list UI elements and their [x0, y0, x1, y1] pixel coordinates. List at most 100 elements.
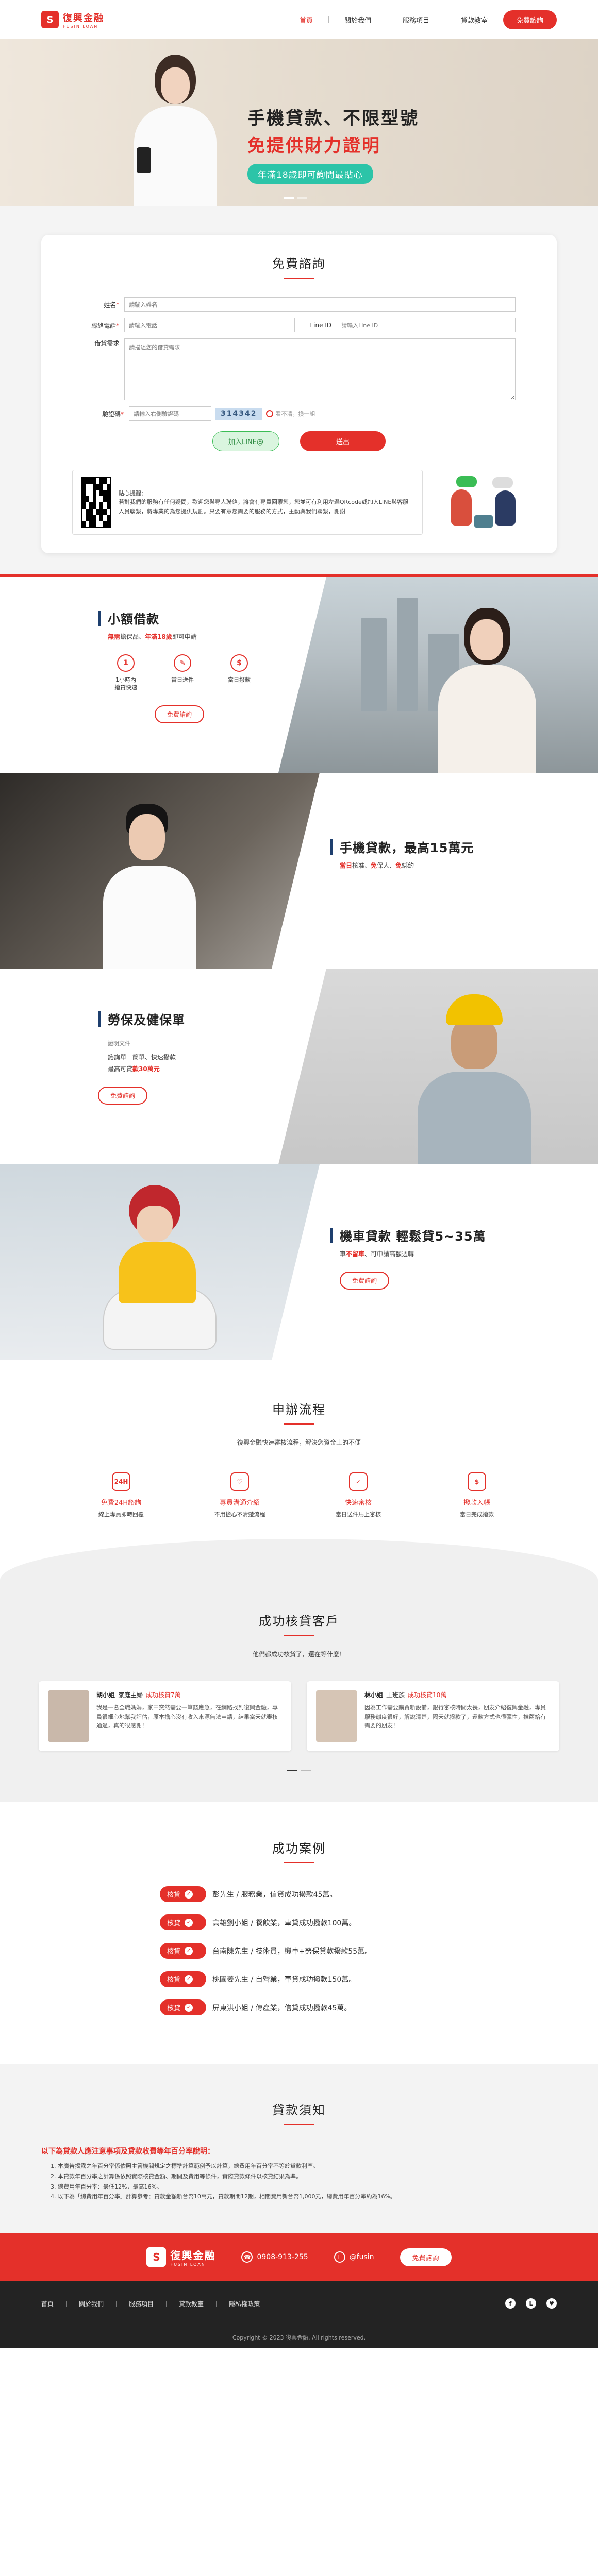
- notice-item: 1. 本廣告揭露之年百分率係依照主管機關規定之標準計算範例予以計算，總費用年百分…: [51, 2163, 319, 2170]
- captcha-image: 314342: [215, 408, 262, 420]
- site-header: S 復興金融 FUSIN LOAN 首頁 關於我們 服務項目 貸款教室 免費諮詢: [0, 0, 598, 39]
- feature-small-label: 證明文件: [108, 1040, 130, 1047]
- success-cases-section: 成功案例 核貸 ✓ 彭先生 / 服務業，信貸成功撥款45萬。核貸 ✓ 高雄劉小姐 / 餐…: [0, 1802, 598, 2064]
- clock-icon: 1: [117, 654, 135, 672]
- footer-consult-button[interactable]: 免費諮詢: [400, 2248, 452, 2266]
- handshake-icon: ♡: [230, 1472, 249, 1491]
- submit-button[interactable]: 送出: [300, 431, 386, 451]
- title-underline: [284, 1635, 314, 1636]
- feature-phone-loan: 手機貸款，最高15萬元 當日核准、免保人、免綁約: [0, 773, 598, 969]
- notice-heading: 以下為貸款人應注意事項及貸款收費等年百分率說明：: [41, 2147, 214, 2156]
- logo-icon: S: [146, 2247, 167, 2267]
- carousel-dot[interactable]: [301, 1770, 311, 1771]
- phone-field[interactable]: [124, 318, 295, 332]
- nav-services[interactable]: 服務項目: [403, 15, 429, 25]
- facebook-icon[interactable]: f: [505, 2298, 516, 2309]
- line-qr-box: 貼心提醒： 若對我們的服務有任何疑問，歡迎您與專人聯絡，將會有專員回覆您，您並可…: [72, 470, 423, 535]
- feature-title: 勞保及健保單: [108, 1013, 185, 1027]
- add-line-button[interactable]: 加入LINE@: [212, 431, 279, 451]
- carousel-dot[interactable]: [287, 1770, 297, 1771]
- checklist-icon: ✓: [349, 1472, 368, 1491]
- refresh-captcha-link[interactable]: 看不清，換一組: [275, 410, 315, 418]
- phone-money-icon: $: [468, 1472, 486, 1491]
- section-subtitle: 復興金融快速審核流程，解決您資金上的不便: [237, 1439, 361, 1446]
- hero-banner: 手機貸款、不限型號 免提供財力證明 年滿18歲即可詢問最貼心: [0, 39, 598, 206]
- captcha-field[interactable]: [129, 406, 211, 421]
- feature-title: 手機貸款，最高15萬元: [340, 841, 474, 855]
- carousel-dot[interactable]: [284, 197, 294, 199]
- success-case-text: 彭先生 / 服務業，信貸成功撥款45萬。: [212, 1890, 337, 1899]
- feature-photo-person: [433, 608, 536, 773]
- nav-divider: [328, 16, 329, 23]
- line-id-field[interactable]: [337, 318, 516, 332]
- money-icon: $: [230, 654, 248, 672]
- 24h-icon: 24H: [112, 1472, 130, 1491]
- brand-name: 復興金融: [63, 12, 104, 24]
- feature-consult-button[interactable]: 免費諮詢: [340, 1272, 390, 1290]
- name-field[interactable]: [124, 297, 516, 312]
- brand-sub: FUSIN LOAN: [63, 24, 98, 29]
- code-label: 驗證碼*: [102, 410, 124, 418]
- hero-photo: [134, 49, 217, 206]
- feature-consult-button[interactable]: 免費諮詢: [155, 705, 205, 723]
- header-consult-button[interactable]: 免費諮詢: [503, 10, 557, 29]
- success-case-row: 核貸 ✓ 彭先生 / 服務業，信貸成功撥款45萬。: [160, 1886, 438, 1902]
- avatar: [48, 1690, 89, 1742]
- title-underline: [284, 2124, 314, 2125]
- testimonials-section: 成功核貸客戶 他們都成功核貸了，還在等什麼！ 胡小姐 家庭主婦 成功核貸7萬 我是一…: [0, 1539, 598, 1802]
- process-step: $ 撥款入帳 當日完成撥款: [438, 1472, 516, 1518]
- check-icon: ✓: [185, 2003, 193, 2012]
- nav-home[interactable]: 首頁: [300, 15, 313, 25]
- success-case-row: 核貸 ✓ 高雄劉小姐 / 餐飲業，車貸成功撥款100萬。: [160, 1914, 438, 1930]
- refresh-icon[interactable]: [266, 410, 274, 417]
- approved-badge: 核貸 ✓: [160, 1999, 206, 2015]
- section-title: 成功案例: [272, 1841, 326, 1856]
- brand-logo[interactable]: S 復興金融 FUSIN LOAN: [41, 11, 104, 29]
- feature-icon-submit: ✎ 當日送件: [164, 654, 201, 692]
- need-field[interactable]: [124, 338, 516, 400]
- heart-icon[interactable]: ♥: [546, 2298, 557, 2309]
- testimonial-card: 林小姐 上班族 成功核貸10萬 因為工作需要購買新設備，銀行審核時間太長，朋友介紹復…: [307, 1681, 559, 1751]
- footer-link-classroom[interactable]: 貸款教室: [179, 2299, 204, 2308]
- approved-badge: 核貸 ✓: [160, 1914, 206, 1930]
- success-case-text: 高雄劉小姐 / 餐飲業，車貸成功撥款100萬。: [212, 1919, 356, 1927]
- phone-icon: [137, 147, 151, 173]
- feature-subtitle: 當日核准、免保人、免綁約: [340, 862, 414, 869]
- name-label: 姓名*: [104, 301, 120, 309]
- process-section: 申辦流程 復興金融快速審核流程，解決您資金上的不便 24H 免費24H諮詢 線上專員…: [0, 1360, 598, 1549]
- check-icon: ✓: [185, 1918, 193, 1927]
- consult-illustration: [443, 474, 526, 531]
- consult-card: 免費諮詢 姓名* 聯絡電話* Line ID 借貸需求 驗證碼* 314342: [41, 235, 557, 553]
- nav-classroom[interactable]: 貸款教室: [461, 15, 488, 25]
- title-underline: [284, 1862, 314, 1863]
- footer-line[interactable]: L @fusin: [334, 2251, 374, 2263]
- footer-link-home[interactable]: 首頁: [41, 2299, 54, 2308]
- footer-link-privacy[interactable]: 隱私權政策: [229, 2299, 260, 2308]
- feature-consult-button[interactable]: 免費諮詢: [98, 1087, 148, 1105]
- success-case-row: 核貸 ✓ 台南陳先生 / 技術員，機車+勞保貸款撥款55萬。: [160, 1943, 438, 1959]
- form-title: 免費諮詢: [272, 257, 326, 271]
- feature-photo-person: [103, 1185, 217, 1355]
- success-case-text: 桃園姜先生 / 自營業，車貸成功撥款150萬。: [212, 1975, 356, 1984]
- qr-code: [81, 477, 111, 528]
- footer-link-services[interactable]: 服務項目: [129, 2299, 154, 2308]
- footer-link-about[interactable]: 關於我們: [79, 2299, 104, 2308]
- document-icon: ✎: [174, 654, 191, 672]
- copyright: Copyright © 2023 復興金融. All rights reserv…: [0, 2326, 598, 2349]
- feature-small-loan: 小額借款 無需擔保品、年滿18歲即可申請 1 1小時內 撥貸快速 ✎ 當日送件 $ 當…: [0, 577, 598, 773]
- hero-pill: 年滿18歲即可詢問最貼心: [247, 164, 373, 184]
- nav-about[interactable]: 關於我們: [344, 15, 371, 25]
- feature-line2: 最高可貸款30萬元: [108, 1065, 160, 1073]
- section-title: 申辦流程: [272, 1402, 326, 1417]
- check-icon: ✓: [185, 1890, 193, 1899]
- line-icon[interactable]: L: [526, 2298, 536, 2309]
- feature-title: 機車貸款 輕鬆貸5~35萬: [340, 1229, 486, 1244]
- footer-logo[interactable]: S 復興金融 FUSIN LOAN: [146, 2247, 215, 2267]
- carousel-dot[interactable]: [297, 197, 307, 199]
- carousel-dots: [284, 197, 307, 199]
- footer-phone[interactable]: ☎ 0908-913-255: [241, 2251, 308, 2263]
- check-icon: ✓: [185, 1975, 193, 1984]
- hero-headline: 手機貸款、不限型號: [247, 108, 419, 129]
- accent-bar: [98, 610, 101, 626]
- logo-icon: S: [41, 11, 59, 28]
